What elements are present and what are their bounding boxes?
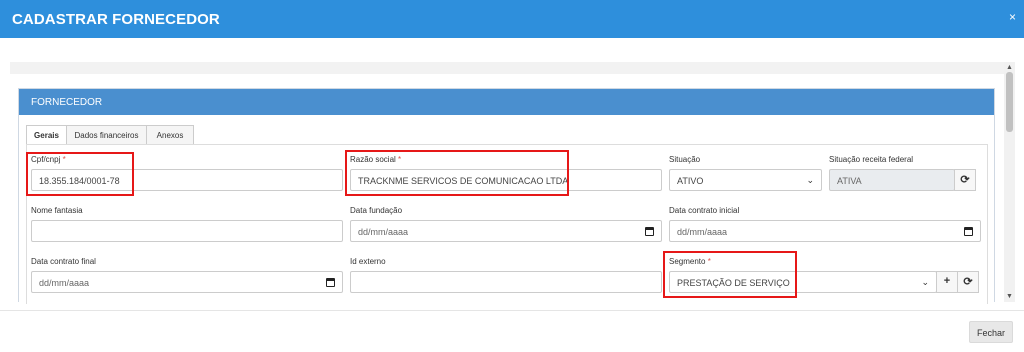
- tab-dados-financeiros[interactable]: Dados financeiros: [66, 125, 147, 145]
- nome-fantasia-input[interactable]: [31, 220, 343, 242]
- data-fundacao-label: Data fundação: [350, 206, 403, 215]
- chevron-down-icon: ⌄: [921, 277, 929, 287]
- data-contrato-final-placeholder: dd/mm/aaaa: [39, 278, 90, 288]
- nome-fantasia-label: Nome fantasia: [31, 206, 83, 215]
- tab-gerais[interactable]: Gerais: [26, 125, 67, 145]
- situacao-label: Situação: [669, 155, 701, 164]
- data-fundacao-placeholder: dd/mm/aaaa: [358, 227, 409, 237]
- id-externo-input[interactable]: [350, 271, 662, 293]
- calendar-icon[interactable]: [964, 227, 973, 236]
- refresh-segmento-button[interactable]: ⟳: [957, 271, 979, 293]
- data-contrato-inicial-input[interactable]: dd/mm/aaaa: [669, 220, 981, 242]
- scroll-up-icon[interactable]: ▲: [1006, 64, 1013, 71]
- modal-header: CADASTRAR FORNECEDOR ×: [0, 0, 1024, 38]
- add-segmento-button[interactable]: +: [936, 271, 958, 293]
- modal-body: ▲ ▼ FORNECEDOR Gerais Dados financeiros …: [0, 38, 1024, 310]
- situacao-select[interactable]: ATIVO ⌄: [669, 169, 822, 191]
- modal-footer: Fechar: [0, 310, 1024, 352]
- scroll-thumb[interactable]: [1006, 72, 1013, 132]
- refresh-receita-button[interactable]: ⟳: [954, 169, 976, 191]
- highlight-segmento: [663, 251, 797, 298]
- refresh-icon: ⟳: [963, 276, 973, 288]
- panel-heading: FORNECEDOR: [19, 89, 994, 115]
- top-strip: [10, 62, 1004, 74]
- data-fundacao-input[interactable]: dd/mm/aaaa: [350, 220, 662, 242]
- data-contrato-final-input[interactable]: dd/mm/aaaa: [31, 271, 343, 293]
- close-button[interactable]: Fechar: [969, 321, 1013, 343]
- scrollbar[interactable]: ▲ ▼: [1004, 62, 1015, 302]
- data-contrato-final-label: Data contrato final: [31, 257, 96, 266]
- data-contrato-inicial-label: Data contrato inicial: [669, 206, 740, 215]
- situacao-value: ATIVO: [677, 176, 704, 186]
- data-contrato-inicial-placeholder: dd/mm/aaaa: [677, 227, 728, 237]
- calendar-icon[interactable]: [326, 278, 335, 287]
- plus-icon: +: [943, 275, 951, 287]
- situacao-receita-label: Situação receita federal: [829, 155, 914, 164]
- tab-anexos[interactable]: Anexos: [146, 125, 194, 145]
- close-icon[interactable]: ×: [1009, 10, 1016, 24]
- chevron-down-icon: ⌄: [806, 175, 814, 185]
- id-externo-label: Id externo: [350, 257, 386, 266]
- situacao-receita-input: ATIVA: [829, 169, 955, 191]
- calendar-icon[interactable]: [645, 227, 654, 236]
- refresh-icon: ⟳: [960, 174, 970, 186]
- scroll-down-icon[interactable]: ▼: [1006, 293, 1013, 300]
- modal-title: CADASTRAR FORNECEDOR: [12, 11, 220, 28]
- highlight-cpf-cnpj: [26, 152, 134, 196]
- highlight-razao-social: [345, 150, 569, 196]
